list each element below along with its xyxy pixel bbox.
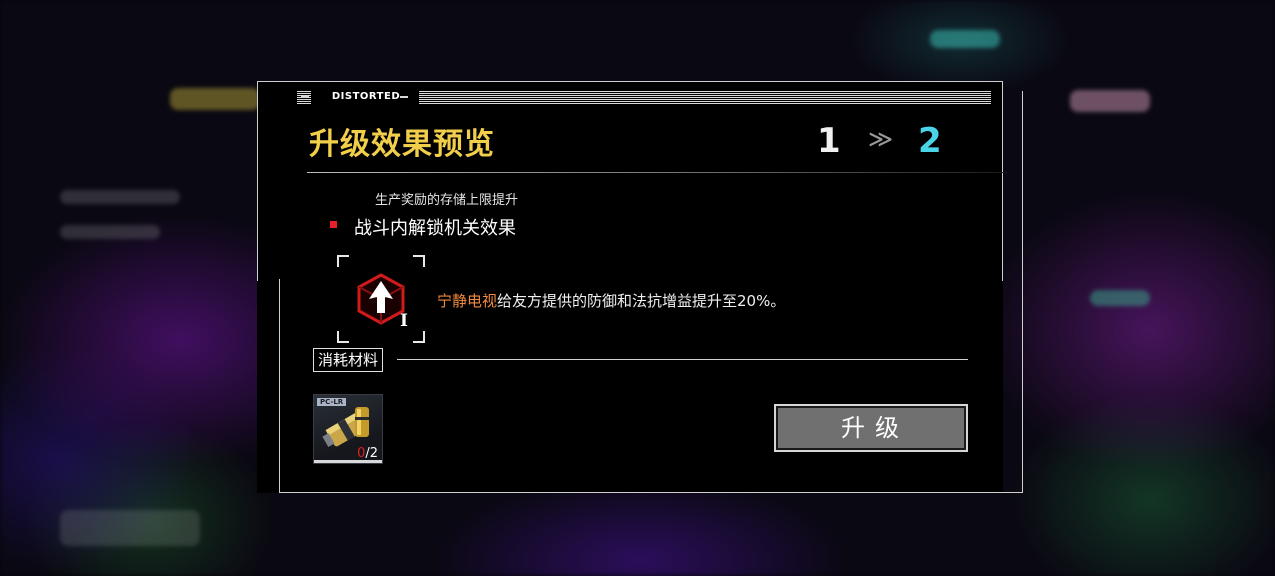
material-required: /2 <box>365 446 378 461</box>
skill-level-numeral: I <box>400 311 408 331</box>
material-underline <box>314 460 382 463</box>
skill-description-text: 给友方提供的防御和法抗增益提升至20%。 <box>497 292 786 310</box>
target-level: 2 <box>918 121 942 161</box>
title-divider <box>307 172 1007 173</box>
frame-left-upper <box>257 81 258 281</box>
materials-label: 消耗材料 <box>313 348 384 372</box>
header-stripes: DISTORTED <box>297 90 991 105</box>
bullet-icon <box>330 221 337 228</box>
effect-subtext: 生产奖励的存储上限提升 <box>375 193 519 208</box>
upgrade-preview-dialog: DISTORTED 升级效果预览 1 ≫ 2 生产奖励的存储上限提升 战斗内解锁… <box>257 81 1023 493</box>
materials-divider <box>397 359 968 360</box>
header-tag: DISTORTED <box>301 90 419 104</box>
frame-right-upper <box>1002 81 1003 281</box>
dialog-title: 升级效果预览 <box>309 127 495 162</box>
frame-left-lower <box>279 279 280 493</box>
skill-name-highlight: 宁静电视 <box>437 292 498 310</box>
frame-corner <box>337 255 349 267</box>
material-count: 0/2 <box>357 446 378 461</box>
frame-right-outer <box>1022 91 1023 493</box>
effect-label: 战斗内解锁机关效果 <box>354 218 516 239</box>
frame-corner <box>413 255 425 267</box>
material-item[interactable]: PC-LR 0/2 <box>313 394 383 464</box>
skill-icon-frame[interactable]: I <box>337 255 425 343</box>
current-level: 1 <box>817 121 841 161</box>
skill-description: 宁静电视给友方提供的防御和法抗增益提升至20%。 <box>437 290 785 311</box>
frame-corner <box>337 331 349 343</box>
level-arrow-icon: ≫ <box>868 125 894 153</box>
frame-top <box>257 81 1003 82</box>
frame-corner <box>413 331 425 343</box>
upgrade-button[interactable]: 升级 <box>774 404 968 452</box>
frame-bottom <box>279 492 1023 493</box>
